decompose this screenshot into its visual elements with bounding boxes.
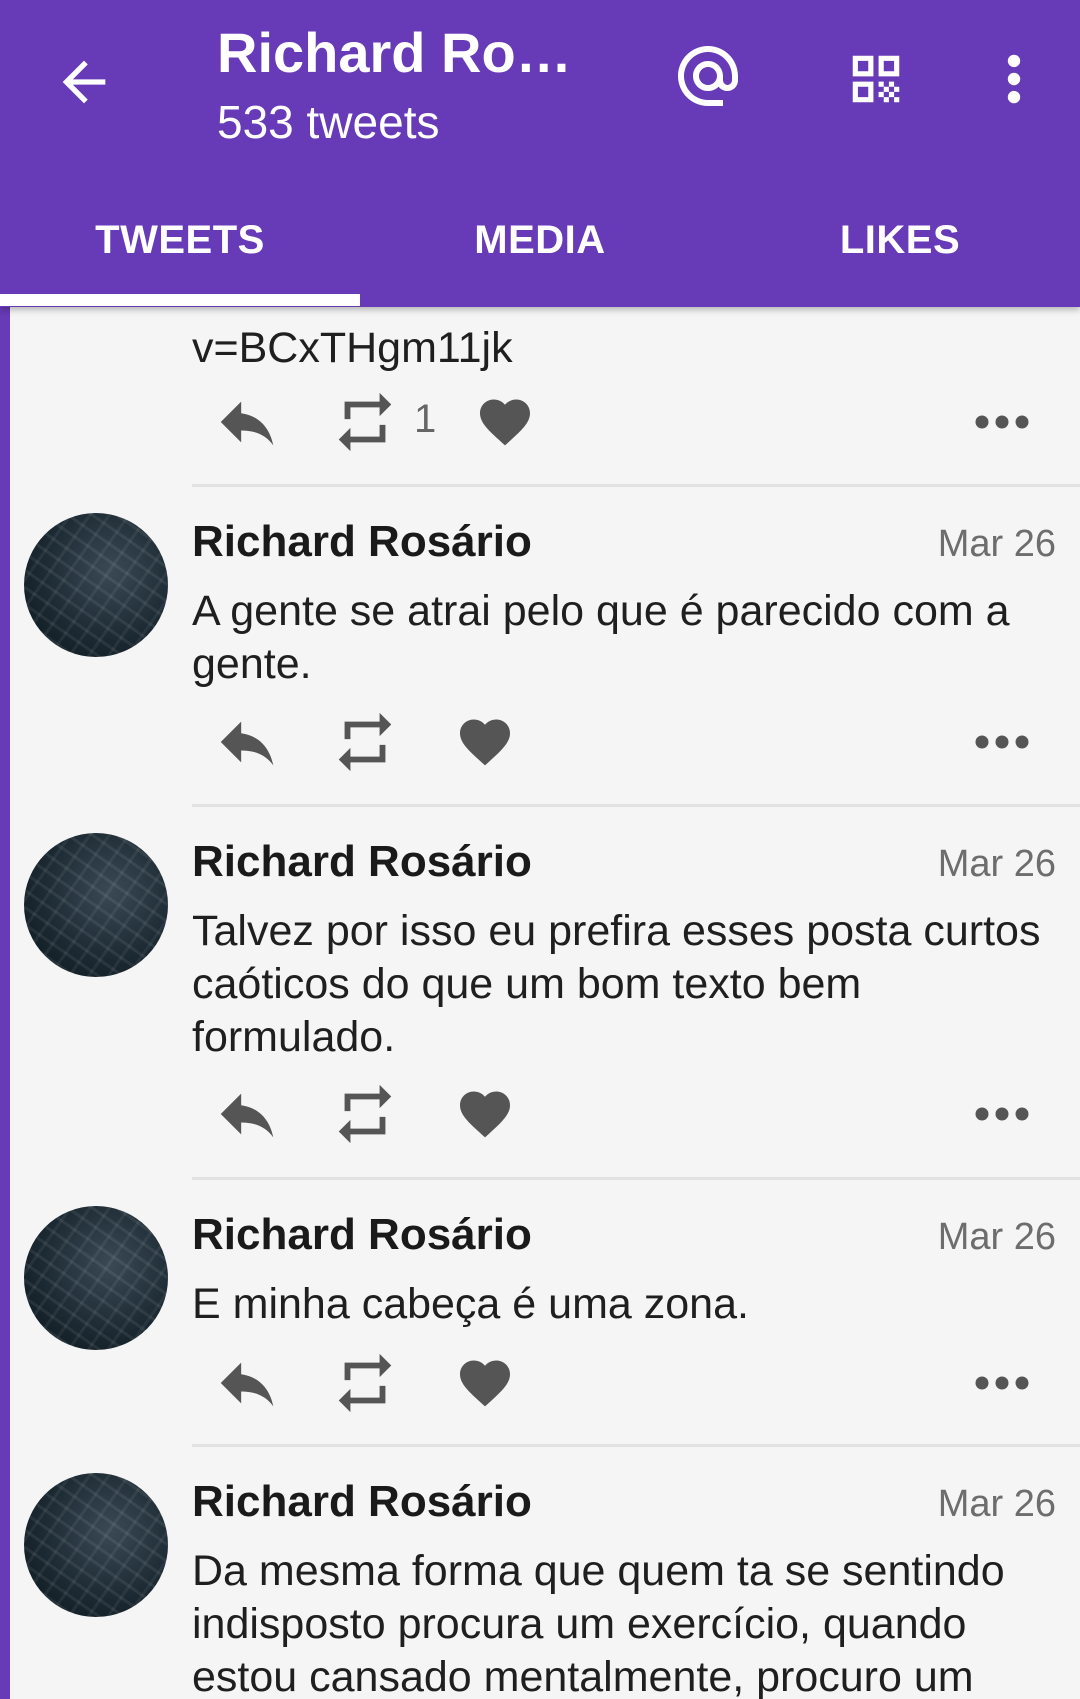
tweet-item[interactable]: Richard Rosário Mar 26 E minha cabeça é … — [0, 1180, 1080, 1447]
like-icon[interactable] — [455, 707, 515, 777]
thread-accent-bar — [0, 487, 10, 807]
thread-accent-bar — [0, 307, 10, 487]
tweet-text: A gente se atrai pelo que é parecido com… — [192, 587, 1010, 688]
like-icon[interactable] — [455, 1348, 515, 1418]
retweet-icon[interactable] — [330, 1348, 400, 1418]
tweet-actions: 1 — [192, 387, 1062, 457]
like-icon[interactable] — [475, 387, 535, 457]
like-icon[interactable] — [455, 1079, 515, 1149]
tweet-date: Mar 26 — [937, 1483, 1056, 1525]
reply-icon[interactable] — [212, 1079, 282, 1149]
tweet-actions — [192, 1348, 1062, 1418]
reply-icon[interactable] — [212, 387, 282, 457]
tweet-feed[interactable]: v=BCxTHgm11jk 1 Richard Rosário Mar 26 A… — [0, 307, 1080, 1699]
more-options-icon[interactable] — [972, 707, 1032, 777]
avatar[interactable] — [24, 513, 168, 657]
tab-bar: TWEETS MEDIA LIKES — [0, 200, 1080, 307]
avatar[interactable] — [24, 1473, 168, 1617]
tweet-item[interactable]: Richard Rosário Mar 26 A gente se atrai … — [0, 487, 1080, 807]
tweet-text: Talvez por isso eu prefira esses posta c… — [192, 907, 1041, 1061]
more-options-icon[interactable] — [972, 1079, 1032, 1149]
retweet-icon[interactable] — [330, 707, 400, 777]
tweet-author: Richard Rosário — [192, 1477, 532, 1526]
qr-code-icon[interactable] — [845, 48, 907, 110]
retweet-icon[interactable] — [330, 387, 400, 457]
thread-accent-bar — [0, 1180, 10, 1447]
tweet-count: 533 tweets — [217, 96, 440, 148]
active-tab-indicator — [0, 294, 360, 306]
tweet-date: Mar 26 — [937, 1216, 1056, 1258]
tweet-text: E minha cabeça é uma zona. — [192, 1280, 749, 1328]
retweet-count: 1 — [414, 397, 437, 441]
tab-likes[interactable]: LIKES — [720, 200, 1080, 307]
avatar[interactable] — [24, 833, 168, 977]
overflow-menu-icon[interactable] — [990, 48, 1038, 110]
tweet-author: Richard Rosário — [192, 1210, 532, 1259]
tweet-author: Richard Rosário — [192, 837, 532, 886]
more-options-icon[interactable] — [972, 1348, 1032, 1418]
tweet-item[interactable]: Richard Rosário Mar 26 Da mesma forma qu… — [0, 1447, 1080, 1699]
page-title: Richard Ros… — [217, 21, 597, 84]
reply-icon[interactable] — [212, 1348, 282, 1418]
back-arrow-icon[interactable] — [52, 50, 116, 114]
tweet-item[interactable]: Richard Rosário Mar 26 Talvez por isso e… — [0, 807, 1080, 1180]
more-options-icon[interactable] — [972, 387, 1032, 457]
tweet-actions — [192, 1079, 1062, 1149]
reply-icon[interactable] — [212, 707, 282, 777]
thread-accent-bar — [0, 807, 10, 1180]
tweet-date: Mar 26 — [937, 843, 1056, 885]
tweet-text: v=BCxTHgm11jk — [192, 324, 513, 372]
mention-icon[interactable] — [672, 40, 744, 112]
avatar[interactable] — [24, 1206, 168, 1350]
thread-accent-bar — [0, 1447, 10, 1699]
tweet-date: Mar 26 — [937, 523, 1056, 565]
retweet-icon[interactable] — [330, 1079, 400, 1149]
tweet-actions — [192, 707, 1062, 777]
tab-tweets[interactable]: TWEETS — [0, 200, 360, 307]
tweet-text: Da mesma forma que quem ta se sentindo i… — [192, 1547, 1005, 1699]
app-bar: Richard Ros… 533 tweets TWEETS MEDIA LIK… — [0, 0, 1080, 307]
tweet-author: Richard Rosário — [192, 517, 532, 566]
tweet-item[interactable]: v=BCxTHgm11jk 1 — [0, 307, 1080, 487]
tab-media[interactable]: MEDIA — [360, 200, 720, 307]
